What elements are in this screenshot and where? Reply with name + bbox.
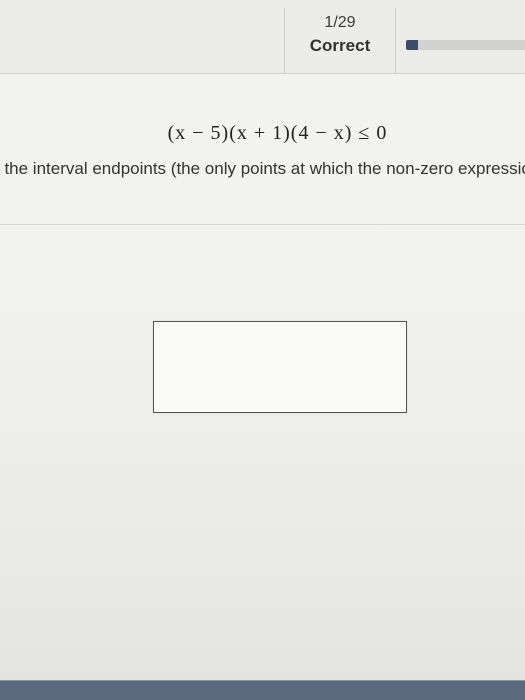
question-counter: 1/29 <box>324 14 356 31</box>
progress-header: 1/29 Correct <box>0 0 525 74</box>
answer-status: Correct <box>309 36 371 55</box>
header-divider-right <box>395 8 396 73</box>
question-instruction: t the interval endpoints (the only point… <box>0 159 525 178</box>
header-divider-left <box>284 8 285 73</box>
progress-bar <box>406 40 525 50</box>
assessment-screen: 1/29 Correct (x − 5)(x + 1)(4 − x) ≤ 0 t… <box>0 0 525 700</box>
progress-bar-fill <box>406 40 418 50</box>
answer-input-box[interactable] <box>153 321 407 413</box>
screen-bottom-bezel <box>0 680 525 700</box>
inequality-expression: (x − 5)(x + 1)(4 − x) ≤ 0 <box>167 122 388 144</box>
section-divider <box>0 224 525 225</box>
